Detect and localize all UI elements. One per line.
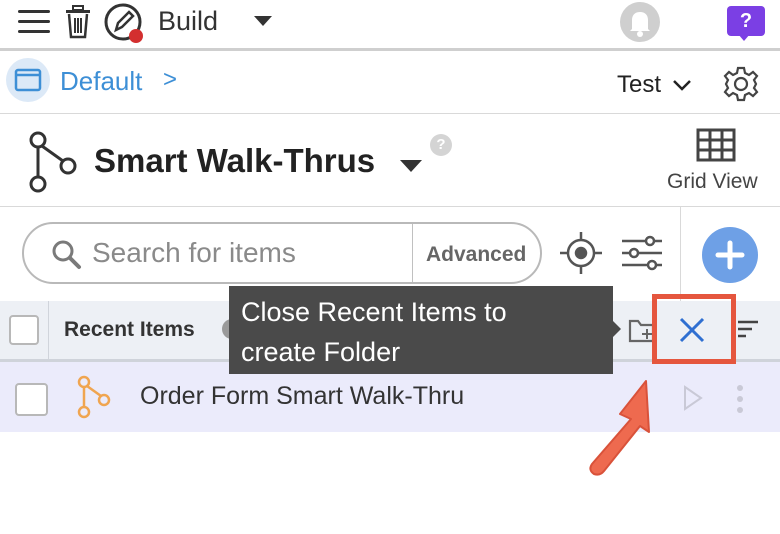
list-item-label[interactable]: Order Form Smart Walk-Thru [140, 382, 464, 411]
highlight-box [652, 294, 736, 364]
workspace-window-icon[interactable] [6, 58, 50, 102]
row-checkbox[interactable] [15, 383, 48, 416]
recent-items-label[interactable]: Recent Items [64, 318, 195, 342]
tooltip-line-1: Close Recent Items to [241, 297, 507, 327]
breadcrumb-default-link[interactable]: Default [60, 66, 142, 97]
gear-icon[interactable] [722, 65, 760, 103]
title-dropdown-caret-icon[interactable] [400, 160, 422, 172]
tooltip-line-2: create Folder [241, 337, 401, 367]
tooltip-arrow [612, 320, 621, 338]
header-column-divider [48, 301, 49, 359]
play-icon[interactable] [682, 385, 704, 411]
pointer-arrow-annotation [589, 380, 650, 476]
page-title[interactable]: Smart Walk-Thrus [94, 142, 375, 180]
build-edit-icon[interactable] [103, 2, 147, 44]
grid-view-label[interactable]: Grid View [667, 170, 758, 194]
hamburger-menu-icon[interactable] [18, 10, 50, 34]
search-input[interactable] [92, 236, 404, 270]
plus-icon [715, 240, 745, 270]
search-divider [412, 224, 413, 282]
walkthru-item-icon [77, 375, 111, 419]
sort-icon[interactable] [736, 318, 760, 340]
help-chat-icon[interactable]: ? [727, 6, 765, 36]
more-options-icon[interactable] [734, 384, 746, 414]
toolbar-separator [680, 207, 681, 301]
trash-icon[interactable] [64, 5, 92, 39]
select-all-checkbox[interactable] [9, 315, 39, 345]
advanced-search-button[interactable]: Advanced [426, 243, 526, 267]
help-chat-tail [738, 34, 750, 41]
notifications-bell-icon[interactable] [620, 2, 660, 42]
add-item-button[interactable] [702, 227, 758, 283]
search-icon [52, 240, 81, 269]
build-mode-label[interactable]: Build [158, 6, 218, 37]
environment-selector[interactable]: Test [617, 71, 661, 99]
grid-view-icon[interactable] [696, 128, 736, 162]
title-help-icon[interactable]: ? [430, 134, 452, 156]
filter-sliders-icon[interactable] [620, 235, 664, 271]
chevron-down-icon[interactable] [672, 78, 692, 92]
build-dropdown-caret-icon[interactable] [254, 16, 272, 26]
target-locate-icon[interactable] [558, 230, 604, 276]
breadcrumb-separator: > [163, 66, 178, 93]
tooltip: Close Recent Items to create Folder [229, 286, 613, 374]
walkthru-branch-icon [29, 131, 77, 193]
